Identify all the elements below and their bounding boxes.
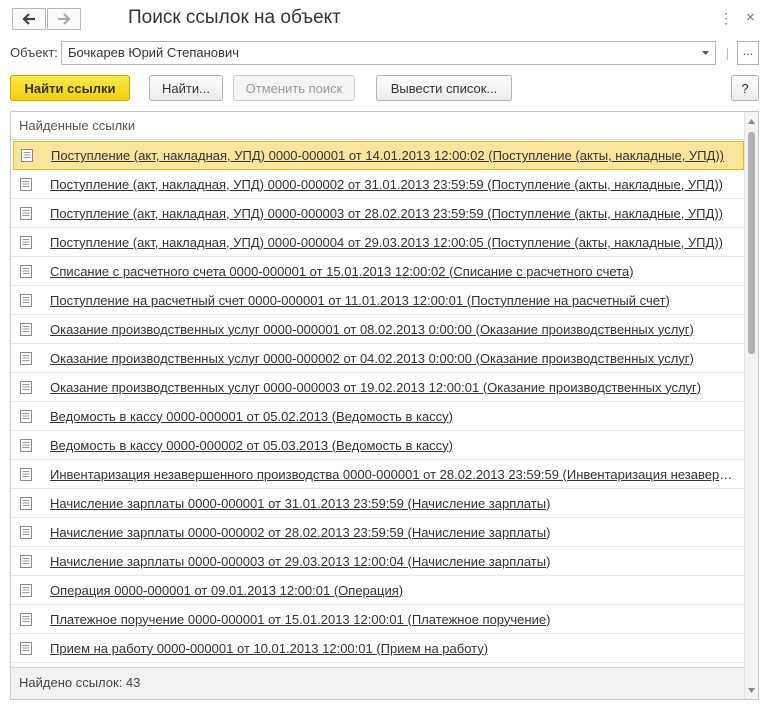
list-item[interactable]: Начисление зарплаты 0000-000001 от 31.01… xyxy=(11,489,744,518)
more-vertical-icon[interactable]: ⋮ xyxy=(719,10,733,26)
list-item-link[interactable]: Операция 0000-000001 от 09.01.2013 12:00… xyxy=(50,583,403,598)
list-item[interactable]: Ведомость в кассу 0000-000001 от 05.02.2… xyxy=(11,402,744,431)
find-links-button[interactable]: Найти ссылки xyxy=(10,75,130,101)
document-icon xyxy=(21,149,33,162)
links-list: Поступление (акт, накладная, УПД) 0000-0… xyxy=(11,141,744,663)
document-icon xyxy=(20,293,32,307)
document-icon xyxy=(20,583,32,597)
chevron-down-icon xyxy=(701,50,709,55)
document-icon xyxy=(20,380,32,394)
scroll-up-icon[interactable] xyxy=(745,114,758,128)
list-item[interactable]: Ведомость в кассу 0000-000002 от 05.03.2… xyxy=(11,431,744,460)
list-item[interactable]: Инвентаризация незавершенного производст… xyxy=(11,460,744,489)
object-dropdown-button[interactable] xyxy=(695,42,715,64)
list-item[interactable]: Списание с расчетного счета 0000-000001 … xyxy=(11,257,744,286)
found-count: Найдено ссылок: 43 xyxy=(11,667,744,699)
list-item-link[interactable]: Начисление зарплаты 0000-000001 от 31.01… xyxy=(50,496,550,511)
scroll-down-icon[interactable] xyxy=(745,683,758,697)
list-item-link[interactable]: Платежное поручение 0000-000001 от 15.01… xyxy=(50,612,550,627)
document-icon xyxy=(20,612,32,626)
field-separator xyxy=(727,48,728,60)
list-item-link[interactable]: Начисление зарплаты 0000-000002 от 28.02… xyxy=(50,525,550,540)
list-item-link[interactable]: Ведомость в кассу 0000-000001 от 05.02.2… xyxy=(50,409,453,424)
window-title: Поиск ссылок на объект xyxy=(128,7,341,28)
list-item[interactable]: Операция 0000-000001 от 09.01.2013 12:00… xyxy=(11,576,744,605)
back-button[interactable] xyxy=(12,8,46,30)
document-icon xyxy=(20,438,32,452)
list-item[interactable]: Поступление на расчетный счет 0000-00000… xyxy=(11,286,744,315)
list-item[interactable]: Прием на работу 0000-000001 от 10.01.201… xyxy=(11,634,744,663)
document-icon xyxy=(20,206,32,220)
list-item-link[interactable]: Списание с расчетного счета 0000-000001 … xyxy=(50,264,634,279)
document-icon xyxy=(20,641,32,655)
list-item-link[interactable]: Поступление (акт, накладная, УПД) 0000-0… xyxy=(50,235,723,250)
list-item[interactable]: Поступление (акт, накладная, УПД) 0000-0… xyxy=(11,228,744,257)
document-icon xyxy=(20,351,32,365)
list-item[interactable]: Начисление зарплаты 0000-000003 от 29.03… xyxy=(11,547,744,576)
document-icon xyxy=(20,322,32,336)
scroll-thumb[interactable] xyxy=(748,132,755,354)
document-icon xyxy=(20,496,32,510)
list-item-link[interactable]: Поступление (акт, накладная, УПД) 0000-0… xyxy=(50,206,723,221)
list-item-link[interactable]: Инвентаризация незавершенного производст… xyxy=(50,467,740,482)
document-icon xyxy=(20,177,32,191)
list-item-link[interactable]: Прием на работу 0000-000001 от 10.01.201… xyxy=(50,641,488,656)
list-header: Найденные ссылки xyxy=(11,112,744,140)
found-links-panel: Найденные ссылки Поступление (акт, накла… xyxy=(10,111,759,700)
list-item[interactable]: Оказание производственных услуг 0000-000… xyxy=(11,373,744,402)
object-label: Объект: xyxy=(10,45,58,60)
list-item[interactable]: Платежное поручение 0000-000001 от 15.01… xyxy=(11,605,744,634)
object-open-button[interactable]: ... xyxy=(737,41,759,65)
find-button[interactable]: Найти... xyxy=(149,75,223,101)
list-item[interactable]: Поступление (акт, накладная, УПД) 0000-0… xyxy=(13,141,744,170)
help-button[interactable]: ? xyxy=(731,75,759,101)
list-item-link[interactable]: Ведомость в кассу 0000-000002 от 05.03.2… xyxy=(50,438,453,453)
list-item-link[interactable]: Поступление на расчетный счет 0000-00000… xyxy=(50,293,670,308)
output-list-button[interactable]: Вывести список... xyxy=(376,75,512,101)
list-item[interactable]: Начисление зарплаты 0000-000002 от 28.02… xyxy=(11,518,744,547)
vertical-scrollbar[interactable] xyxy=(744,112,758,699)
list-item[interactable]: Оказание производственных услуг 0000-000… xyxy=(11,315,744,344)
document-icon xyxy=(20,235,32,249)
close-icon[interactable]: × xyxy=(746,10,755,26)
document-icon xyxy=(20,554,32,568)
list-item-link[interactable]: Оказание производственных услуг 0000-000… xyxy=(50,380,701,395)
list-item[interactable]: Оказание производственных услуг 0000-000… xyxy=(11,344,744,373)
list-item-link[interactable]: Оказание производственных услуг 0000-000… xyxy=(50,322,694,337)
arrow-right-icon xyxy=(58,13,71,25)
object-field[interactable]: Бочкарев Юрий Степанович xyxy=(61,41,716,65)
list-item-link[interactable]: Оказание производственных услуг 0000-000… xyxy=(50,351,694,366)
list-item-link[interactable]: Начисление зарплаты 0000-000003 от 29.03… xyxy=(50,554,550,569)
list-item[interactable]: Поступление (акт, накладная, УПД) 0000-0… xyxy=(11,199,744,228)
cancel-search-button[interactable]: Отменить поиск xyxy=(233,75,355,101)
list-item[interactable]: Поступление (акт, накладная, УПД) 0000-0… xyxy=(11,170,744,199)
list-item-link[interactable]: Поступление (акт, накладная, УПД) 0000-0… xyxy=(51,148,724,163)
document-icon xyxy=(20,409,32,423)
list-item-link[interactable]: Поступление (акт, накладная, УПД) 0000-0… xyxy=(50,177,723,192)
document-icon xyxy=(20,264,32,278)
document-icon xyxy=(20,525,32,539)
arrow-left-icon xyxy=(22,13,35,25)
forward-button[interactable] xyxy=(47,8,81,30)
document-icon xyxy=(20,467,32,481)
object-value: Бочкарев Юрий Степанович xyxy=(68,45,239,60)
